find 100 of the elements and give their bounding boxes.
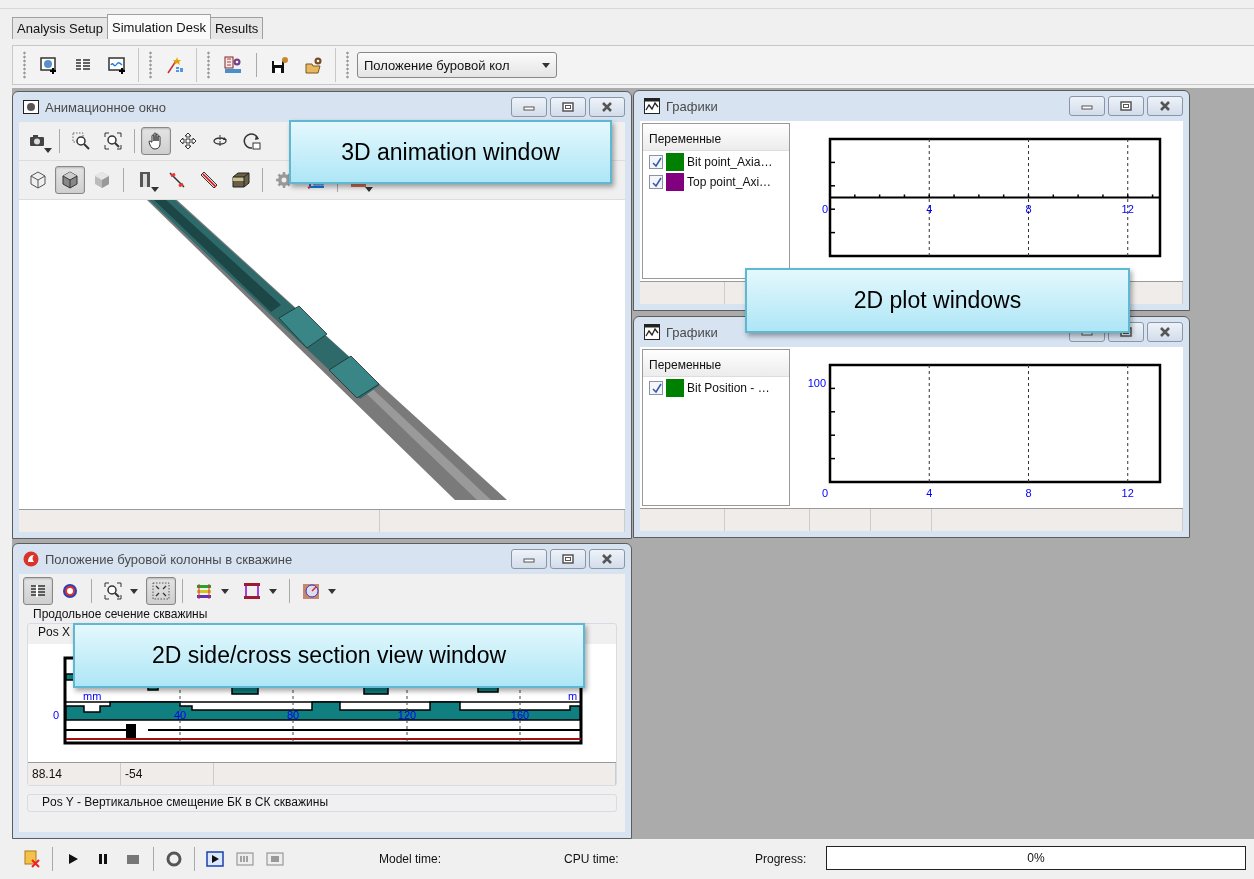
- window-icon: [23, 100, 39, 114]
- progress-label: Progress:: [755, 852, 807, 866]
- caret-icon: [221, 588, 229, 594]
- caret-icon: [542, 62, 550, 68]
- gear-panel-icon: [224, 56, 242, 75]
- tick-label: 160: [510, 709, 530, 721]
- box-icon: [232, 171, 250, 189]
- panel-label: Pos X: [38, 625, 70, 639]
- save-icon: [271, 56, 289, 75]
- play-frame-icon: [206, 850, 224, 868]
- caret-icon: [44, 148, 52, 153]
- variable-name: Bit point_Axia…: [687, 155, 773, 169]
- minimize-icon: [523, 103, 535, 111]
- wireframe-cube-icon: [29, 171, 47, 189]
- maximize-icon: [562, 102, 574, 112]
- line-icon: [168, 171, 186, 189]
- tab[interactable]: Results: [209, 17, 264, 40]
- tick-label: 0: [821, 202, 829, 215]
- window-title: Анимационное окно: [45, 99, 167, 115]
- tick-label: 100: [807, 377, 826, 389]
- tick-label: 12: [1121, 487, 1134, 499]
- tick-label: 4: [926, 487, 933, 499]
- caret-icon: [269, 588, 277, 594]
- maximize-icon: [1120, 101, 1132, 111]
- tab[interactable]: Simulation Desk: [107, 14, 211, 40]
- tick-label: 12: [1121, 202, 1134, 215]
- fit-icon: [152, 582, 170, 600]
- tick-label: 40: [173, 709, 187, 721]
- caret-icon: [328, 588, 336, 594]
- close-button[interactable]: [1147, 322, 1183, 342]
- maximize-icon: [562, 554, 574, 564]
- close-icon: [1159, 101, 1171, 111]
- chart-icon: [644, 98, 660, 114]
- maximize-button[interactable]: [550, 549, 586, 569]
- bars-frame-icon: [236, 850, 254, 868]
- record-icon: [23, 850, 41, 868]
- variable-name: Bit Position - …: [687, 381, 770, 395]
- fit-button[interactable]: [146, 577, 176, 605]
- maximize-button[interactable]: [550, 97, 586, 117]
- zoom-icon: [104, 582, 122, 600]
- group-label: Продольное сечение скважины: [32, 608, 209, 621]
- callout-tooltip: 2D plot windows: [745, 268, 1130, 333]
- close-button[interactable]: [1147, 96, 1183, 116]
- solid-cube-icon: [61, 171, 79, 189]
- callout-tooltip: 3D animation window: [289, 120, 612, 184]
- tick-label: 8: [1025, 487, 1032, 499]
- zoom-icon: [104, 132, 122, 150]
- caret-icon: [151, 187, 159, 192]
- close-button[interactable]: [589, 549, 625, 569]
- checkbox[interactable]: [649, 155, 663, 169]
- close-icon: [601, 554, 613, 564]
- readout-value: 88.14: [28, 763, 121, 785]
- solid-cube-button[interactable]: [55, 166, 85, 194]
- folder-gear-icon: [305, 56, 323, 75]
- list-button[interactable]: [23, 577, 53, 605]
- caret-icon: [365, 187, 373, 192]
- close-button[interactable]: [589, 97, 625, 117]
- tick-label: 8: [1025, 202, 1032, 215]
- variable-name: Top point_Axi…: [687, 175, 772, 189]
- tick-label: 120: [397, 709, 417, 721]
- move-icon: [179, 132, 197, 150]
- close-icon: [601, 102, 613, 112]
- tick-label: 4: [926, 202, 933, 215]
- readout-value: -54: [121, 763, 214, 785]
- zoom-box-icon: [72, 132, 90, 150]
- hand-button[interactable]: [141, 127, 171, 155]
- window-title: Графики: [666, 324, 719, 340]
- window-title: Положение буровой колонны в скважине: [45, 551, 294, 567]
- minimize-icon: [523, 555, 535, 563]
- new-plot-icon: [108, 56, 126, 75]
- list-icon: [29, 582, 47, 600]
- frame-icon: [243, 582, 261, 600]
- checkbox[interactable]: [649, 175, 663, 189]
- app-icon: [23, 551, 39, 567]
- maximize-button[interactable]: [1108, 96, 1144, 116]
- tick-label: 0: [52, 709, 60, 721]
- callout-tooltip: 2D side/cross section view window: [73, 623, 585, 688]
- tube-icon: [200, 171, 218, 189]
- square-frame-icon: [266, 850, 284, 868]
- close-icon: [1159, 327, 1171, 337]
- tick-label: 0: [821, 487, 829, 499]
- color-bars-icon: [195, 582, 213, 600]
- new-window-icon: [40, 56, 58, 75]
- tick-label: 80: [286, 709, 300, 721]
- unit-label: mm: [83, 690, 102, 702]
- chart-icon: [644, 324, 660, 340]
- tab[interactable]: Analysis Setup: [12, 17, 108, 40]
- model-time-label: Model time:: [379, 852, 442, 866]
- refresh-icon: [165, 850, 183, 868]
- footer-label: Pos Y - Вертикальное смещение БК в СК скважины: [42, 795, 328, 809]
- cpu-time-label: CPU time:: [564, 852, 619, 866]
- view-dropdown[interactable]: Положение буровой кол: [357, 52, 557, 79]
- caret-icon: [130, 588, 138, 594]
- wand-icon: [166, 56, 184, 75]
- shaded-cube-icon: [93, 171, 111, 189]
- target-icon: [61, 582, 79, 600]
- gauge-icon: [302, 582, 320, 600]
- minimize-icon: [1081, 102, 1093, 110]
- rotate-lock-icon: [243, 132, 261, 150]
- checkbox[interactable]: [649, 381, 663, 395]
